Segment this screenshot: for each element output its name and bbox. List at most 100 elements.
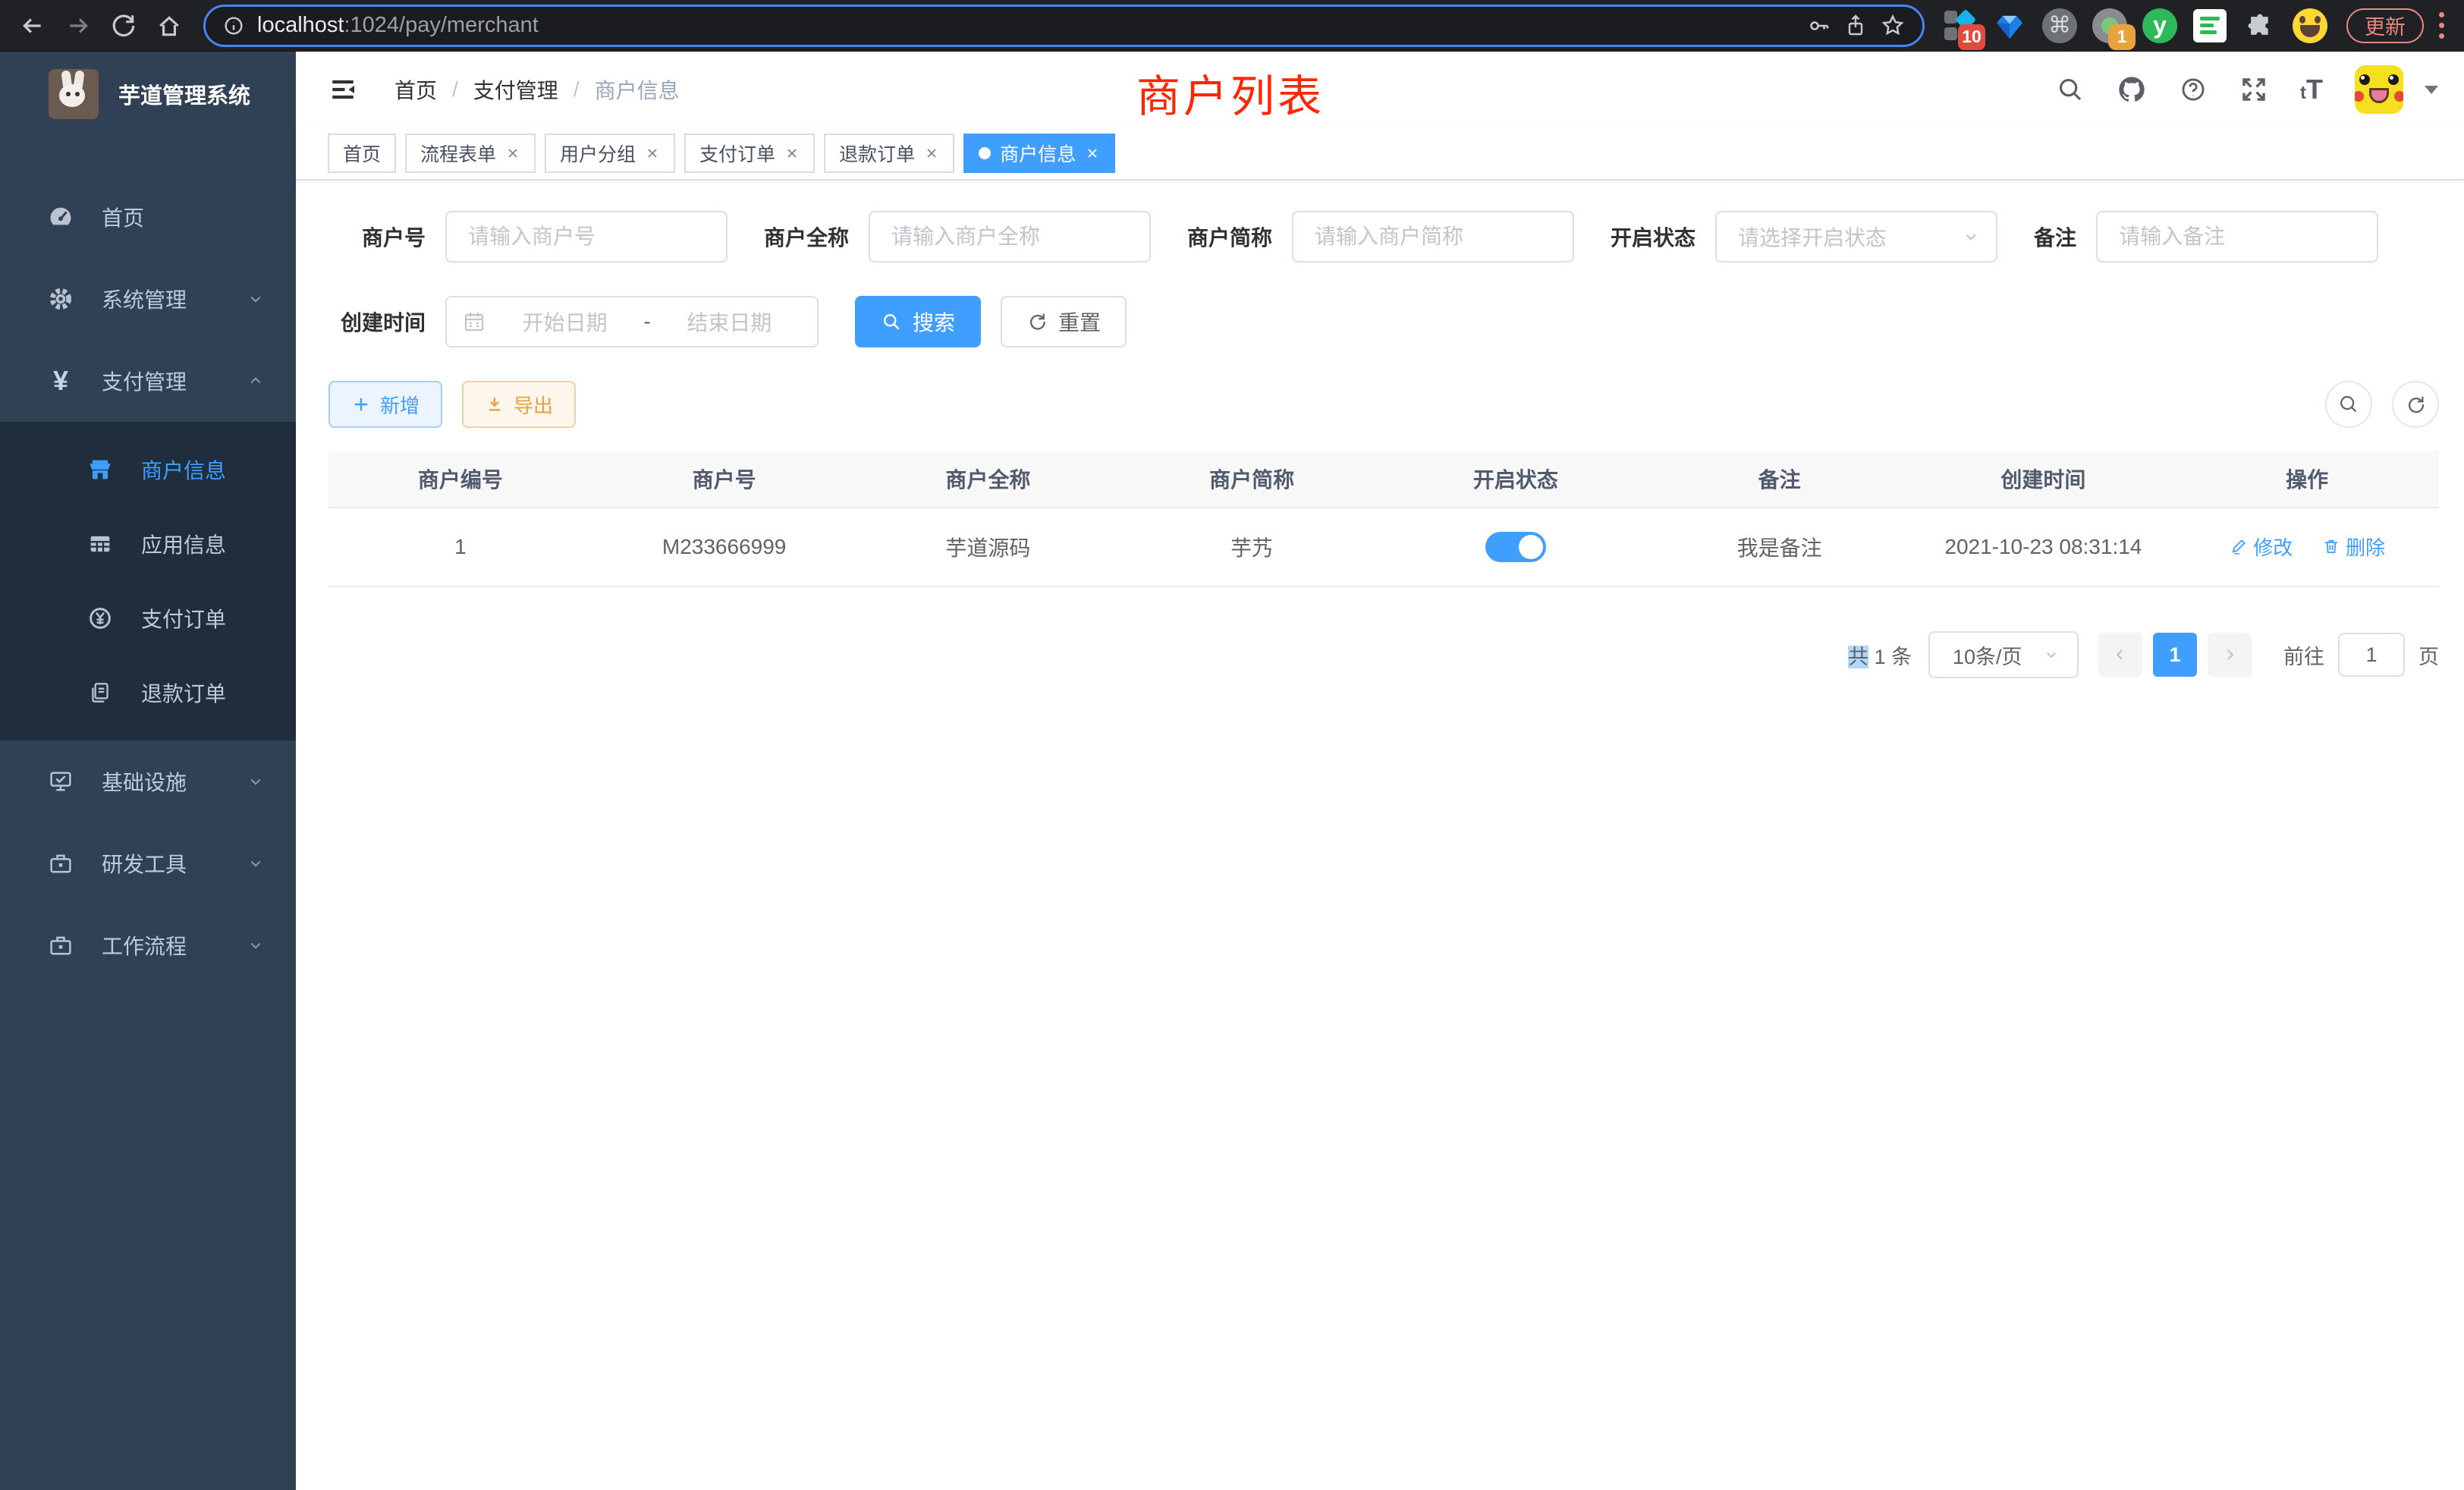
edit-link[interactable]: 修改 [2229, 533, 2293, 561]
short-name-input[interactable] [1292, 211, 1574, 262]
gear-icon [46, 285, 76, 313]
extension-tray: 10 ⌘ 1 y [1934, 6, 2336, 46]
tab-pay-order[interactable]: 支付订单 [684, 134, 815, 173]
extension-blocks-icon[interactable]: 10 [1940, 6, 1979, 46]
browser-profile-avatar[interactable] [2290, 6, 2330, 46]
refresh-icon [2404, 393, 2427, 416]
sidebar-item-label: 工作流程 [102, 930, 220, 960]
chevron-down-icon [246, 853, 266, 873]
extension-gem-icon[interactable] [1990, 6, 2029, 46]
table-row: 1 M233666999 芋道源码 芋艿 我是备注 2021-10-23 08:… [328, 508, 2439, 587]
close-icon[interactable] [505, 146, 520, 161]
add-button[interactable]: 新增 [328, 381, 442, 428]
sidebar-item-home[interactable]: 首页 [0, 176, 296, 258]
font-size-icon[interactable]: tT [2300, 74, 2323, 105]
tab-merchant-info[interactable]: 商户信息 [963, 134, 1115, 173]
breadcrumb-home[interactable]: 首页 [394, 74, 437, 105]
sidebar-logo-row[interactable]: 芋道管理系统 [0, 52, 296, 137]
sidebar-item-system[interactable]: 系统管理 [0, 258, 296, 340]
merchant-no-input[interactable] [445, 211, 728, 262]
sidebar-item-infrastructure[interactable]: 基础设施 [0, 740, 296, 822]
create-time-range-picker[interactable]: 开始日期 - 结束日期 [445, 296, 819, 347]
bookmark-star-icon[interactable] [1880, 13, 1906, 39]
create-time-label: 创建时间 [328, 306, 445, 337]
sidebar-item-label: 基础设施 [102, 766, 220, 797]
sidebar-item-pay-order[interactable]: 支付订单 [0, 581, 296, 655]
cell-merchant-id: 1 [328, 535, 592, 559]
export-button[interactable]: 导出 [462, 381, 576, 428]
prev-page-button[interactable] [2098, 633, 2142, 677]
col-merchant-id: 商户编号 [328, 464, 592, 494]
browser-reload-button[interactable] [103, 5, 144, 46]
tab-process-form[interactable]: 流程表单 [405, 134, 536, 173]
sidebar-item-refund-order[interactable]: 退款订单 [0, 655, 296, 730]
sidebar-item-label: 研发工具 [102, 848, 220, 879]
sidebar-item-workflow[interactable]: 工作流程 [0, 904, 296, 986]
close-icon[interactable] [1085, 146, 1100, 161]
col-short-name: 商户简称 [1120, 464, 1384, 494]
sidebar-collapse-icon[interactable] [328, 74, 358, 105]
tab-home[interactable]: 首页 [328, 134, 396, 173]
header-search-icon[interactable] [2056, 75, 2085, 104]
remark-input[interactable] [2096, 211, 2378, 262]
cell-remark: 我是备注 [1648, 532, 1912, 562]
goto-page-input[interactable] [2338, 633, 2405, 677]
status-select[interactable]: 请选择开启状态 [1715, 211, 1997, 262]
full-name-input[interactable] [869, 211, 1151, 262]
page-size-select[interactable]: 10条/页 [1928, 631, 2079, 678]
breadcrumb-payment[interactable]: 支付管理 [473, 74, 558, 105]
browser-update-button[interactable]: 更新 [2346, 8, 2424, 43]
status-toggle[interactable] [1485, 532, 1546, 562]
cell-create-time: 2021-10-23 08:31:14 [1912, 535, 2176, 559]
browser-forward-button[interactable] [58, 5, 99, 46]
github-icon[interactable] [2117, 74, 2147, 105]
tags-view-bar: 首页 流程表单 用户分组 支付订单 退款订单 商户信息 [296, 127, 2464, 181]
extensions-puzzle-icon[interactable] [2240, 6, 2280, 46]
short-name-label: 商户简称 [1187, 222, 1292, 252]
next-page-button[interactable] [2208, 633, 2252, 677]
url-path: :1024/pay/merchant [344, 13, 538, 37]
delete-link[interactable]: 删除 [2321, 533, 2385, 561]
sidebar-item-merchant-info[interactable]: 商户信息 [0, 432, 296, 507]
browser-menu-icon[interactable] [2431, 12, 2452, 39]
monitor-check-icon [46, 768, 76, 795]
sidebar-item-app-info[interactable]: 应用信息 [0, 507, 296, 581]
calendar-icon [462, 310, 486, 334]
col-remark: 备注 [1648, 464, 1912, 494]
close-icon[interactable] [784, 146, 800, 161]
fullscreen-icon[interactable] [2239, 75, 2268, 104]
sidebar: 芋道管理系统 首页 系统管理 ¥ 支付管理 [0, 52, 296, 1490]
sidebar-item-dev-tools[interactable]: 研发工具 [0, 822, 296, 904]
cell-full-name: 芋道源码 [856, 532, 1120, 562]
search-button[interactable]: 搜索 [855, 296, 981, 347]
extension-y-icon[interactable]: y [2140, 6, 2180, 46]
browser-home-button[interactable] [149, 5, 190, 46]
cell-short-name: 芋艿 [1120, 532, 1384, 562]
sidebar-item-payment[interactable]: ¥ 支付管理 [0, 340, 296, 422]
help-icon[interactable] [2179, 75, 2208, 104]
extension-notes-icon[interactable] [2190, 6, 2230, 46]
browser-back-button[interactable] [12, 5, 53, 46]
close-icon[interactable] [645, 146, 660, 161]
page-info-icon[interactable] [222, 14, 245, 37]
chevron-right-icon [2220, 646, 2239, 664]
share-icon[interactable] [1843, 14, 1868, 38]
storefront-icon [85, 456, 115, 483]
show-search-toggle-button[interactable] [2325, 381, 2372, 428]
extension-command-icon[interactable]: ⌘ [2040, 6, 2079, 46]
yen-circle-icon [85, 605, 115, 632]
address-bar[interactable]: localhost:1024/pay/merchant [203, 5, 1925, 47]
page-content: 商户号 商户全称 商户简称 开启状态 请选择开启状态 [296, 181, 2464, 678]
password-key-icon[interactable] [1807, 14, 1831, 38]
tab-user-group[interactable]: 用户分组 [545, 134, 675, 173]
close-icon[interactable] [924, 146, 939, 161]
y-letter: y [2153, 11, 2167, 39]
tab-refund-order[interactable]: 退款订单 [824, 134, 954, 173]
page-number-button[interactable]: 1 [2153, 633, 2197, 677]
extension-status-icon[interactable]: 1 [2090, 6, 2129, 46]
reset-button[interactable]: 重置 [1001, 296, 1127, 347]
chevron-down-icon [246, 935, 266, 955]
avatar-dropdown-caret[interactable] [2425, 86, 2438, 94]
user-avatar[interactable] [2355, 65, 2403, 114]
refresh-table-button[interactable] [2392, 381, 2439, 428]
